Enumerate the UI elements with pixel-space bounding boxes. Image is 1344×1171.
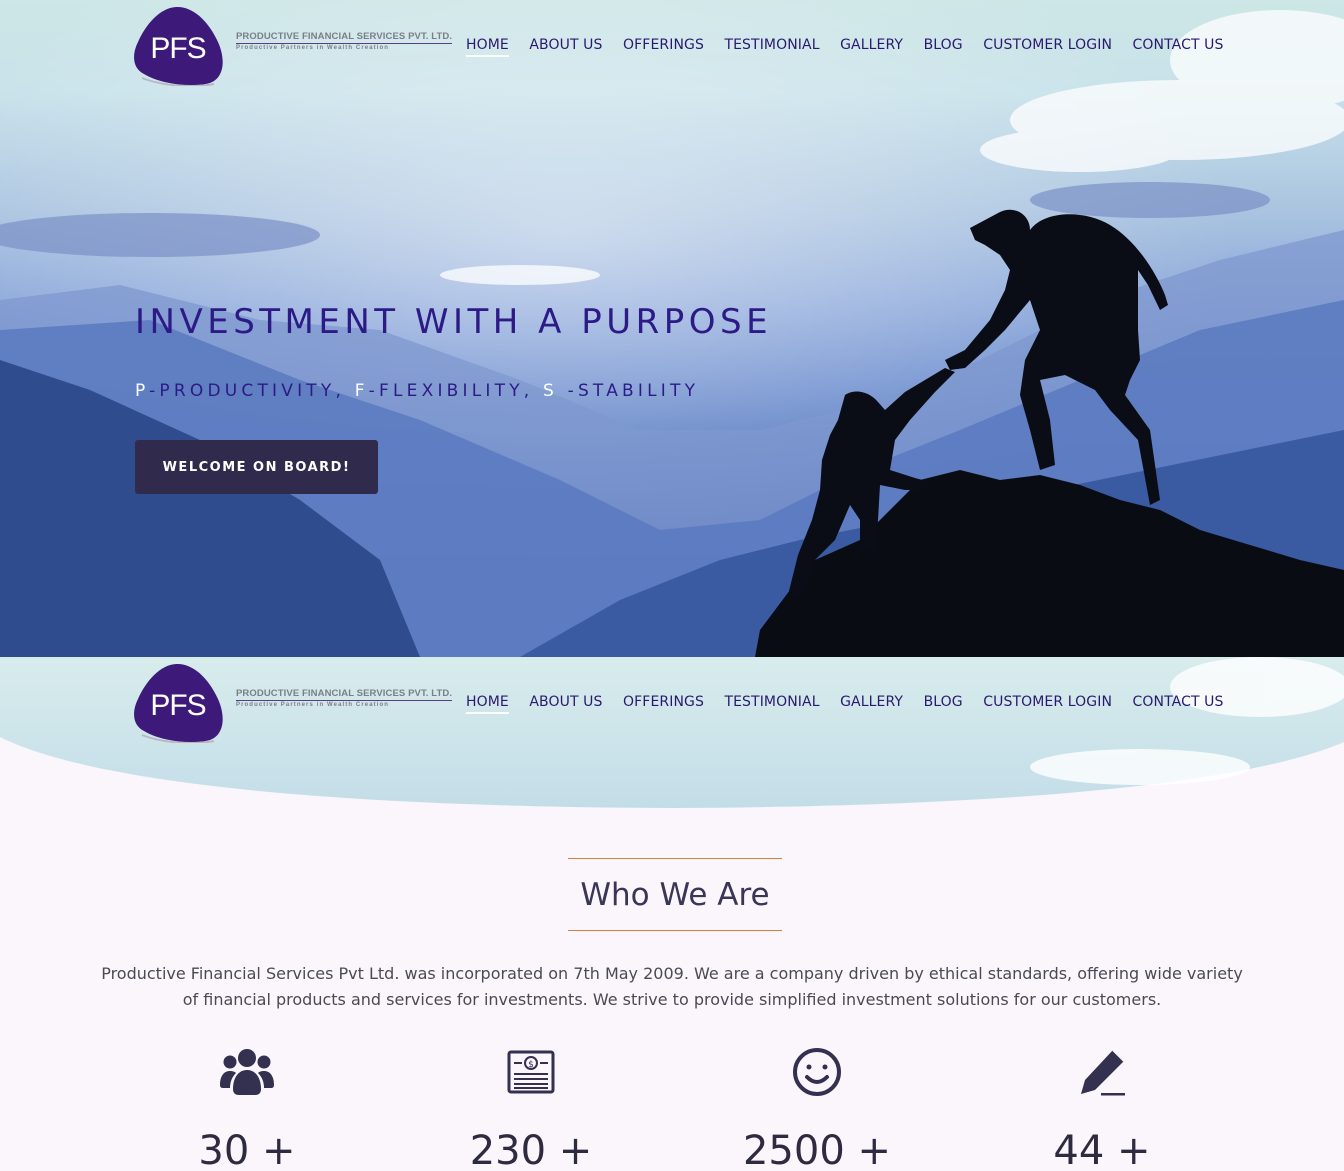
pfs-logo-badge: PFS — [134, 663, 223, 743]
who-we-are-title: Who We Are — [580, 876, 770, 913]
stat-customers: 2500 + — [707, 1044, 927, 1171]
nav-about-us[interactable]: ABOUT US — [529, 694, 602, 714]
hero-subtitle: P-PRODUCTIVITY, F-FLEXIBILITY, S -STABIL… — [135, 381, 699, 401]
nav-testimonial[interactable]: TESTIMONIAL — [724, 694, 819, 714]
stat-articles: 44 + — [992, 1044, 1212, 1171]
stat-value: 30 + — [198, 1128, 296, 1171]
company-name: PRODUCTIVE FINANCIAL SERVICES PVT. LTD. — [236, 688, 453, 701]
stat-team: 30 + — [137, 1044, 357, 1171]
subtitle-flexibility: -FLEXIBILITY, — [368, 381, 534, 401]
logo[interactable]: PFS PRODUCTIVE FINANCIAL SERVICES PVT. L… — [132, 6, 453, 86]
nav-home[interactable]: HOME — [466, 694, 509, 714]
nav-blog[interactable]: BLOG — [924, 37, 963, 57]
stat-value: 230 + — [469, 1128, 593, 1171]
company-tagline: Productive Partners in Wealth Creation — [236, 702, 390, 708]
svg-text:PFS: PFS — [150, 32, 205, 65]
nav-testimonial[interactable]: TESTIMONIAL — [724, 37, 819, 57]
svg-text:PFS: PFS — [150, 689, 205, 722]
hero-banner: PFS PRODUCTIVE FINANCIAL SERVICES PVT. L… — [0, 0, 1344, 657]
who-we-are-text: Productive Financial Services Pvt Ltd. w… — [101, 964, 1243, 1009]
stat-value: 2500 + — [742, 1128, 892, 1171]
nav-offerings[interactable]: OFFERINGS — [623, 694, 704, 714]
sticky-nav: HOME ABOUT US OFFERINGS TESTIMONIAL GALL… — [466, 694, 1224, 714]
sticky-header: PFS PRODUCTIVE FINANCIAL SERVICES PVT. L… — [0, 657, 1344, 809]
company-tagline: Productive Partners in Wealth Creation — [236, 45, 390, 51]
stat-funds: $ 230 + — [421, 1044, 641, 1171]
nav-contact-us[interactable]: CONTACT US — [1133, 37, 1224, 57]
subtitle-letter-p: P — [135, 381, 150, 401]
nav-about-us[interactable]: ABOUT US — [529, 37, 602, 57]
money-bill-icon: $ — [421, 1044, 641, 1100]
who-title-frame: Who We Are — [568, 858, 782, 931]
sticky-logo[interactable]: PFS PRODUCTIVE FINANCIAL SERVICES PVT. L… — [132, 663, 453, 743]
main-nav: HOME ABOUT US OFFERINGS TESTIMONIAL GALL… — [466, 37, 1224, 57]
pencil-icon — [992, 1044, 1212, 1100]
subtitle-stability: -STABILITY — [567, 381, 700, 401]
welcome-on-board-button[interactable]: WELCOME ON BOARD! — [135, 440, 378, 494]
stat-value: 44 + — [1053, 1128, 1151, 1171]
subtitle-letter-f: F — [354, 381, 369, 401]
nav-home[interactable]: HOME — [466, 37, 509, 57]
subtitle-productivity: -PRODUCTIVITY, — [149, 381, 346, 401]
subtitle-letter-s: S — [543, 381, 558, 401]
nav-blog[interactable]: BLOG — [924, 694, 963, 714]
svg-text:$: $ — [528, 1060, 534, 1070]
users-icon — [137, 1044, 357, 1100]
hero-title: INVESTMENT WITH A PURPOSE — [135, 302, 773, 342]
pfs-logo-badge: PFS — [134, 6, 223, 86]
nav-customer-login[interactable]: CUSTOMER LOGIN — [983, 37, 1112, 57]
nav-customer-login[interactable]: CUSTOMER LOGIN — [983, 694, 1112, 714]
nav-gallery[interactable]: GALLERY — [840, 37, 903, 57]
nav-gallery[interactable]: GALLERY — [840, 694, 903, 714]
nav-offerings[interactable]: OFFERINGS — [623, 37, 704, 57]
nav-contact-us[interactable]: CONTACT US — [1133, 694, 1224, 714]
smile-icon — [707, 1044, 927, 1100]
company-name: PRODUCTIVE FINANCIAL SERVICES PVT. LTD. — [236, 31, 453, 44]
